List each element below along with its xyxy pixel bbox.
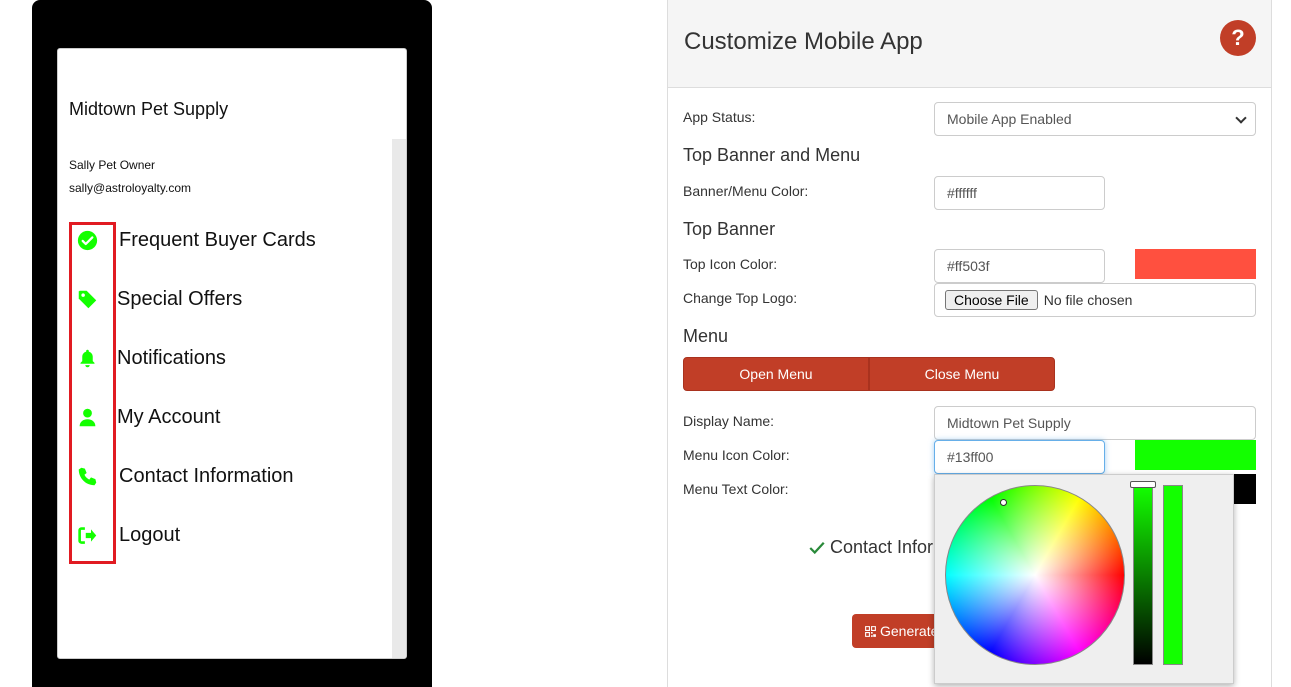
phone-menu-label: Contact Information — [119, 464, 294, 487]
top-icon-color-swatch[interactable] — [1135, 249, 1256, 279]
brightness-slider-handle[interactable] — [1130, 481, 1156, 488]
section-heading-menu: Menu — [683, 326, 729, 346]
generate-button[interactable]: Generate — [852, 614, 942, 648]
menu-icon-color-swatch[interactable] — [1135, 440, 1256, 470]
page-title: Customize Mobile App — [684, 28, 923, 55]
bell-icon — [72, 348, 102, 369]
phone-menu-item-my-account[interactable]: My Account — [72, 397, 220, 437]
color-wheel-marker[interactable] — [1000, 499, 1007, 506]
phone-user-email: sally@astroloyalty.com — [69, 181, 191, 195]
banner-menu-color-value: #ffffff — [947, 185, 977, 201]
sign-out-icon — [72, 525, 102, 546]
color-picker-popup — [934, 474, 1234, 684]
menu-text-color-label: Menu Text Color: — [683, 481, 789, 497]
display-name-input[interactable]: Midtown Pet Supply — [934, 406, 1256, 440]
panel-header: Customize Mobile App ? — [668, 0, 1271, 88]
color-wheel[interactable] — [945, 485, 1125, 665]
phone-menu-item-logout[interactable]: Logout — [72, 515, 180, 555]
phone-menu-item-contact-information[interactable]: Contact Information — [72, 456, 294, 496]
app-status-value: Mobile App Enabled — [947, 111, 1072, 127]
phone-store-name: Midtown Pet Supply — [69, 99, 229, 119]
phone-menu-item-notifications[interactable]: Notifications — [72, 338, 226, 378]
top-logo-file-input[interactable]: Choose File No file chosen — [934, 283, 1256, 317]
menu-icon-color-value: #13ff00 — [947, 449, 994, 465]
section-heading-top-banner-menu: Top Banner and Menu — [683, 145, 861, 165]
banner-menu-color-label: Banner/Menu Color: — [683, 183, 809, 199]
menu-icon-color-label: Menu Icon Color: — [683, 447, 790, 463]
brightness-slider[interactable] — [1133, 485, 1153, 665]
phone-menu-label: My Account — [117, 405, 221, 428]
phone-user-name: Sally Pet Owner — [69, 158, 156, 172]
check-circle-icon — [72, 230, 102, 251]
checkmark-icon — [809, 541, 825, 554]
contact-info-row: Contact Infor — [808, 537, 933, 558]
change-top-logo-label: Change Top Logo: — [683, 290, 798, 306]
phone-menu-label: Notifications — [117, 346, 226, 369]
menu-icon-color-input[interactable]: #13ff00 — [934, 440, 1105, 474]
banner-menu-color-input[interactable]: #ffffff — [934, 176, 1105, 210]
top-icon-color-input[interactable]: #ff503f — [934, 249, 1105, 283]
choose-file-button[interactable]: Choose File — [945, 290, 1038, 310]
no-file-chosen-text: No file chosen — [1043, 292, 1133, 308]
phone-menu-label: Logout — [119, 523, 181, 546]
color-preview — [1163, 485, 1183, 665]
qrcode-icon — [865, 625, 876, 637]
close-menu-button[interactable]: Close Menu — [869, 357, 1055, 391]
user-icon — [72, 407, 102, 428]
generate-label: Generate — [880, 623, 939, 639]
contact-info-text: Contact Infor — [830, 537, 934, 557]
phone-menu-item-frequent-buyer-cards[interactable]: Frequent Buyer Cards — [72, 220, 316, 260]
top-icon-color-label: Top Icon Color: — [683, 256, 778, 272]
app-status-select[interactable]: Mobile App Enabled — [934, 102, 1256, 136]
help-button[interactable]: ? — [1220, 20, 1256, 56]
top-icon-color-value: #ff503f — [947, 258, 990, 274]
chevron-down-icon — [1235, 112, 1247, 124]
tag-icon — [72, 289, 102, 310]
display-name-label: Display Name: — [683, 413, 775, 429]
phone-menu-label: Special Offers — [117, 287, 243, 310]
phone-scrollbar[interactable] — [392, 139, 406, 658]
section-heading-top-banner: Top Banner — [683, 219, 776, 239]
display-name-value: Midtown Pet Supply — [947, 415, 1071, 431]
phone-menu-label: Frequent Buyer Cards — [119, 228, 316, 251]
phone-screen: Midtown Pet Supply Sally Pet Owner sally… — [57, 48, 407, 659]
app-status-label: App Status: — [683, 109, 756, 125]
phone-menu-item-special-offers[interactable]: Special Offers — [72, 279, 242, 319]
phone-icon — [72, 466, 102, 487]
menu-icons-highlight-box — [69, 222, 116, 564]
menu-toggle-group: Open Menu Close Menu — [683, 357, 1055, 391]
open-menu-button[interactable]: Open Menu — [683, 357, 869, 391]
